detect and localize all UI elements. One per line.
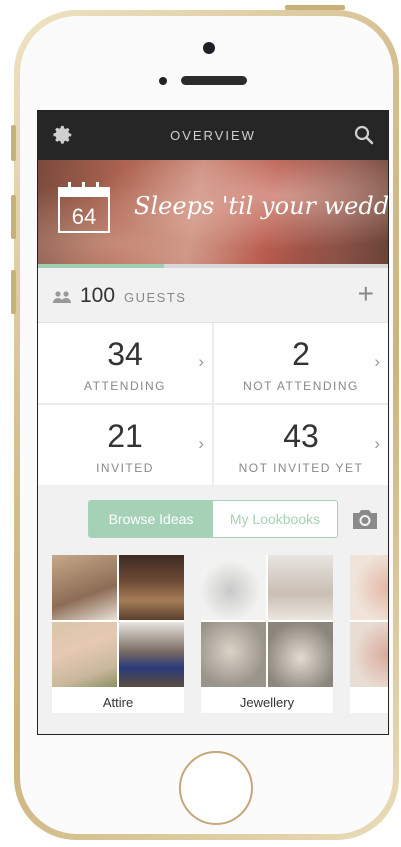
countdown-text: Sleeps 'til your wedding — [134, 192, 388, 220]
stat-attending[interactable]: 34 ATTENDING › — [38, 323, 212, 403]
lookbook-thumbnail — [52, 555, 117, 620]
lookbook-thumbnail — [268, 622, 333, 687]
earpiece-speaker — [181, 76, 247, 85]
ideas-segmented-control: Browse Ideas My Lookbooks — [88, 500, 338, 538]
lookbook-card-flowers[interactable] — [350, 555, 388, 713]
lookbook-carousel: Attire Jewellery — [38, 555, 388, 715]
volume-up-button — [11, 195, 16, 239]
calendar-icon: 64 — [58, 182, 114, 233]
stat-not-invited-yet[interactable]: 43 NOT INVITED YET › — [214, 405, 388, 485]
lookbook-name: Attire — [102, 695, 134, 710]
add-guest-button[interactable]: + — [358, 280, 374, 308]
stat-invited[interactable]: 21 INVITED › — [38, 405, 212, 485]
stat-label: ATTENDING — [84, 379, 166, 393]
guests-row[interactable]: 100 GUESTS + — [38, 268, 388, 323]
stat-value: 34 — [107, 336, 143, 372]
volume-down-button — [11, 270, 16, 314]
lookbook-thumbnail — [350, 622, 388, 687]
lookbook-thumbnail — [52, 622, 117, 687]
chevron-right-icon: › — [198, 434, 204, 453]
stat-not-attending[interactable]: 2 NOT ATTENDING › — [214, 323, 388, 403]
front-camera — [203, 42, 215, 54]
power-button — [285, 5, 345, 10]
lookbook-thumbnail — [119, 555, 184, 620]
home-button[interactable] — [179, 751, 253, 825]
chevron-right-icon: › — [374, 434, 380, 453]
lookbook-card-attire[interactable]: Attire — [52, 555, 184, 713]
stat-value: 43 — [283, 418, 319, 454]
guest-label: GUESTS — [124, 290, 187, 305]
tab-browse-ideas[interactable]: Browse Ideas — [89, 501, 213, 537]
stat-value: 21 — [107, 418, 143, 454]
guest-count: 100 — [80, 284, 116, 307]
proximity-sensor — [159, 77, 167, 85]
countdown-banner[interactable]: 64 Sleeps 'til your wedding — [38, 160, 388, 264]
nav-bar: OVERVIEW — [38, 111, 388, 160]
lookbook-name: Jewellery — [239, 695, 295, 710]
app-screen: OVERVIEW 64 Sleeps 'til your wedding 100… — [37, 110, 389, 735]
page-title: OVERVIEW — [170, 128, 256, 143]
stat-label: NOT ATTENDING — [243, 379, 359, 393]
stat-value: 2 — [292, 336, 310, 372]
lookbook-thumbnail — [201, 555, 266, 620]
days-count: 64 — [71, 204, 97, 229]
camera-icon[interactable] — [351, 508, 379, 535]
stat-label: NOT INVITED YET — [238, 461, 364, 475]
chevron-right-icon: › — [374, 352, 380, 371]
stat-label: INVITED — [96, 461, 154, 475]
lookbook-thumbnail — [201, 622, 266, 687]
tab-my-lookbooks[interactable]: My Lookbooks — [213, 501, 337, 537]
lookbook-thumbnail — [350, 555, 388, 620]
lookbook-thumbnail — [119, 622, 184, 687]
lookbook-thumbnail — [268, 555, 333, 620]
search-icon[interactable] — [354, 125, 374, 150]
people-icon — [52, 290, 72, 308]
chevron-right-icon: › — [198, 352, 204, 371]
guest-stats-grid: 34 ATTENDING › 2 NOT ATTENDING › 21 INVI… — [38, 323, 388, 485]
ideas-toolbar: Browse Ideas My Lookbooks — [38, 485, 388, 555]
lookbook-card-jewellery[interactable]: Jewellery — [201, 555, 333, 713]
mute-switch — [11, 125, 16, 161]
